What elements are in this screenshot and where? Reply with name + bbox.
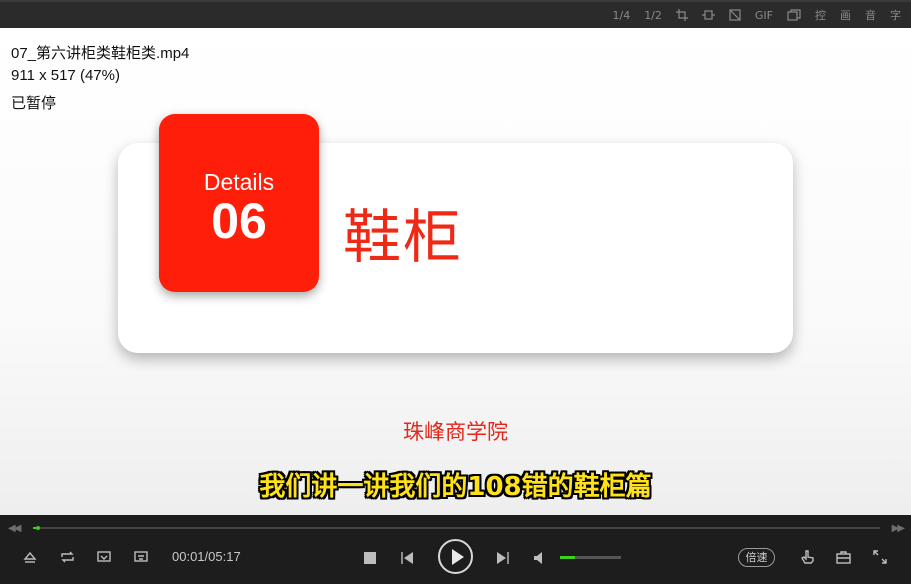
screenshot-icon[interactable] <box>729 9 741 21</box>
details-number: 06 <box>211 193 267 249</box>
osd-filename: 07_第六讲柜类鞋柜类.mp4 <box>11 45 190 62</box>
details-label: Details <box>203 169 275 195</box>
ratio-quarter-button[interactable]: 1/4 <box>612 9 630 22</box>
current-time: 00:01 <box>172 549 205 564</box>
video-subtitle: 我们讲一讲我们的108错的鞋柜篇 <box>259 472 652 502</box>
cast-icon[interactable] <box>97 550 111 564</box>
hand-tool-icon[interactable] <box>800 549 815 565</box>
toolbox-icon[interactable] <box>836 550 851 564</box>
ratio-half-button[interactable]: 1/2 <box>644 9 662 22</box>
volume-level <box>560 556 576 559</box>
time-display: 00:01/05:17 <box>172 549 241 564</box>
seek-handle[interactable] <box>35 526 40 530</box>
eject-icon[interactable] <box>23 550 37 564</box>
next-icon[interactable] <box>496 551 510 565</box>
gif-button[interactable]: GIF <box>755 9 773 22</box>
volume-slider[interactable] <box>560 556 621 559</box>
window-icon[interactable] <box>787 9 801 21</box>
slide-heading: 鞋柜 <box>343 203 464 271</box>
top-toolbar: 1/4 1/2 GIF 控 画 音 字 <box>0 0 911 28</box>
fit-screen-icon[interactable] <box>701 9 715 21</box>
rewind-icon[interactable]: ◀◀ <box>8 523 21 534</box>
osd-status: 已暂停 <box>11 95 57 112</box>
speed-button[interactable]: 倍速 <box>738 548 775 567</box>
total-time: 05:17 <box>208 549 241 564</box>
player-controls: ◀◀ ▶▶ 00:01/05:17 倍速 <box>0 515 911 584</box>
fast-forward-icon[interactable]: ▶▶ <box>892 523 905 534</box>
subtitle-button[interactable]: 字 <box>890 7 901 23</box>
brand-text: 珠峰商学院 <box>403 420 508 444</box>
play-button[interactable] <box>438 539 473 574</box>
details-badge: Details 06 <box>159 114 319 292</box>
volume-icon[interactable] <box>533 551 547 565</box>
control-button[interactable]: 控 <box>815 7 826 23</box>
previous-icon[interactable] <box>400 551 414 565</box>
picture-button[interactable]: 画 <box>840 7 851 23</box>
fullscreen-icon[interactable] <box>873 550 887 564</box>
crop-icon[interactable] <box>675 9 688 21</box>
stop-icon[interactable] <box>363 551 377 565</box>
loop-icon[interactable] <box>60 550 75 564</box>
audio-button[interactable]: 音 <box>865 7 876 23</box>
seek-bar[interactable] <box>33 526 880 530</box>
osd-resolution: 911 x 517 (47%) <box>11 67 120 84</box>
video-frame[interactable]: 07_第六讲柜类鞋柜类.mp4 911 x 517 (47%) 已暂停 Deta… <box>0 28 911 515</box>
subtitle-toggle-icon[interactable] <box>134 550 148 564</box>
